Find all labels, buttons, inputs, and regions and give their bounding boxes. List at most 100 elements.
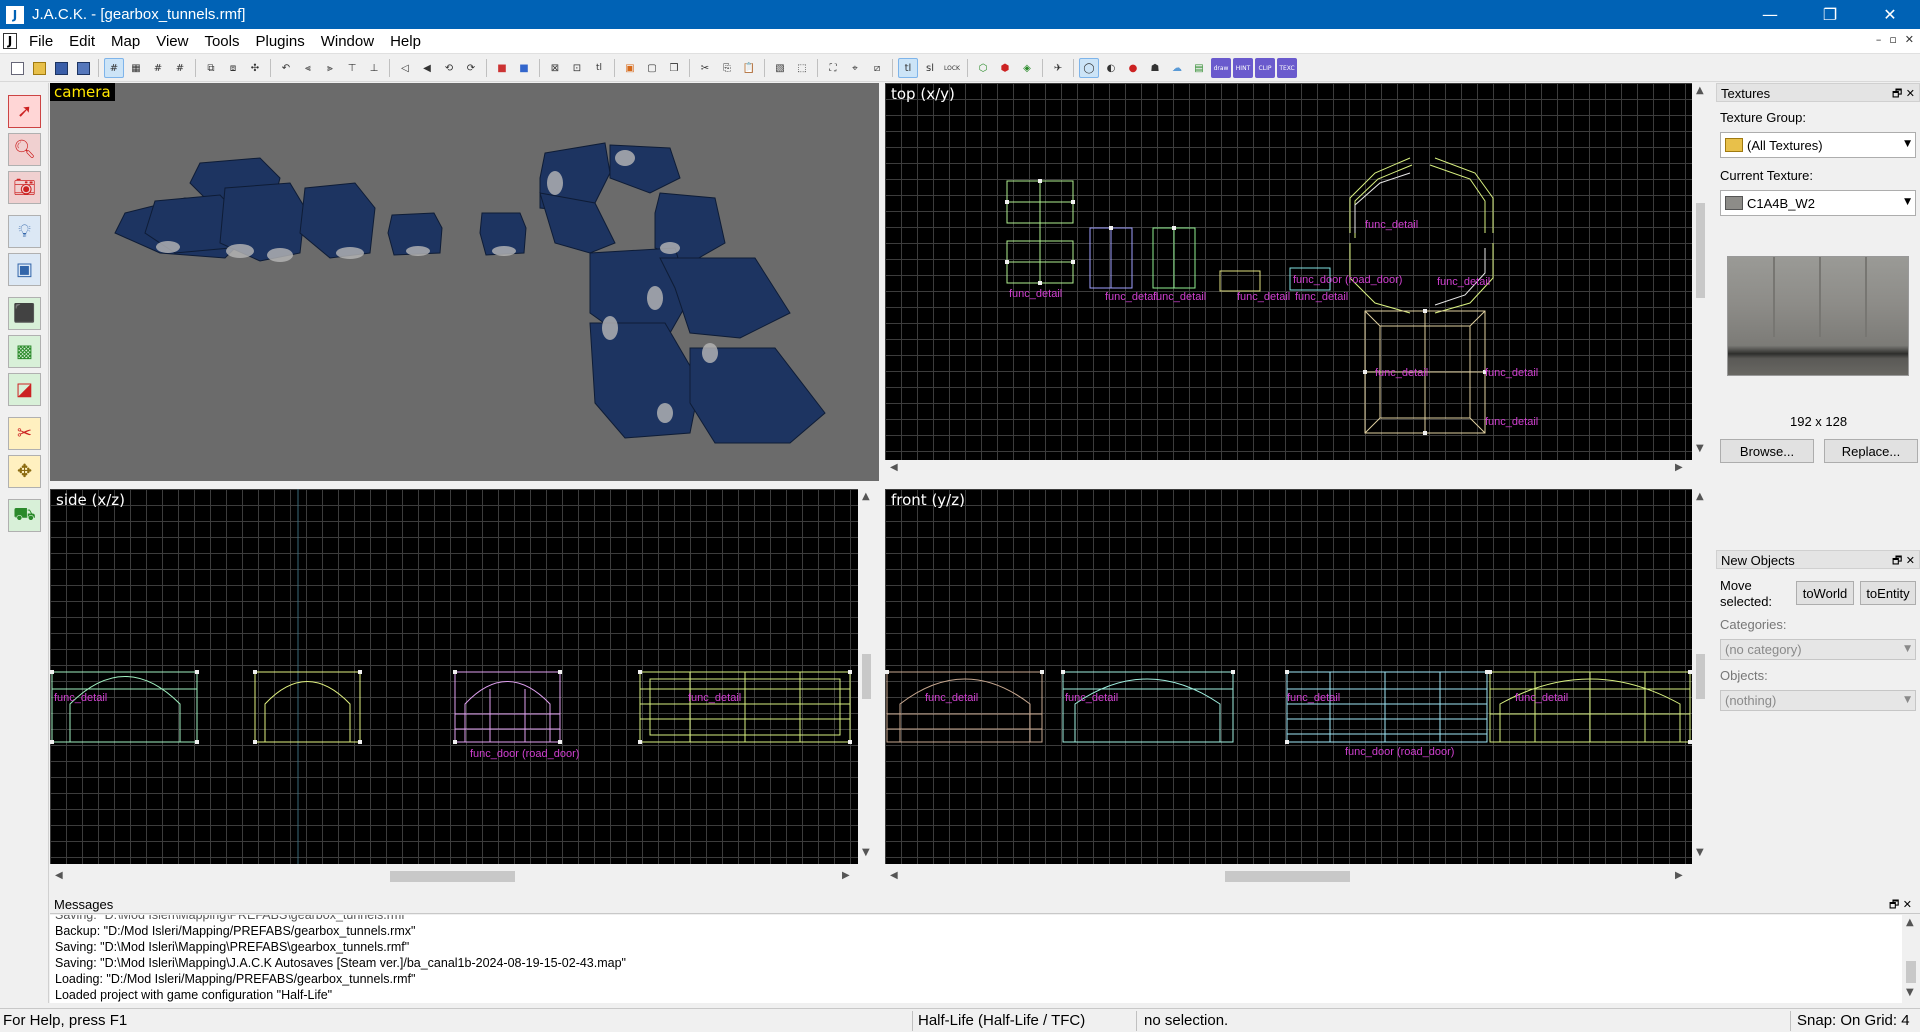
cube-front-icon[interactable]: ▣ (620, 58, 640, 78)
decal-tool[interactable]: ◪ (8, 373, 41, 406)
align-right-icon[interactable]: ⫸ (320, 58, 340, 78)
larger-grid-icon[interactable]: # (170, 58, 190, 78)
scroll-thumb[interactable] (390, 871, 515, 882)
render-points-icon[interactable]: ● (1123, 58, 1143, 78)
3d-grid-icon[interactable]: ▦ (126, 58, 146, 78)
menu-edit[interactable]: Edit (61, 33, 103, 50)
center-view-icon[interactable]: ⌖ (845, 58, 865, 78)
align-bottom-icon[interactable]: ⊥ (364, 58, 384, 78)
block-tool[interactable]: ▣ (8, 253, 41, 286)
scroll-up-icon[interactable]: ▲ (1906, 917, 1914, 928)
run-map-icon[interactable]: ✈ (1048, 58, 1068, 78)
render-entity-icon[interactable]: ☗ (1145, 58, 1165, 78)
render-wireframe-icon[interactable]: ◯ (1079, 58, 1099, 78)
paste-icon[interactable]: 📋 (739, 58, 759, 78)
maximize-button[interactable]: ❐ (1800, 0, 1860, 29)
menu-window[interactable]: Window (313, 33, 382, 50)
flip-horizontal-icon[interactable]: ◁ (395, 58, 415, 78)
magnify-tool[interactable]: 🔍︎ (8, 133, 41, 166)
mdi-close-button[interactable]: ✕ (1905, 33, 1914, 46)
scroll-left-icon[interactable]: ◀ (890, 870, 898, 881)
scroll-thumb[interactable] (1906, 961, 1916, 983)
flip-vertical-icon[interactable]: ◀ (417, 58, 437, 78)
messages-scrollbar[interactable]: ▲ ▼ (1902, 915, 1920, 1003)
rotate-icon[interactable]: ⟲ (439, 58, 459, 78)
menu-view[interactable]: View (148, 33, 196, 50)
menu-tools[interactable]: Tools (196, 33, 247, 50)
top-viewport[interactable]: func_detail func_detail func_detail func… (885, 83, 1692, 460)
scroll-down-icon[interactable]: ▼ (862, 847, 870, 858)
vertex-edit-icon[interactable]: ⬡ (973, 58, 993, 78)
rotate-back-icon[interactable]: ⟳ (461, 58, 481, 78)
scroll-up-icon[interactable]: ▲ (862, 491, 870, 502)
clip-tool[interactable]: ✂ (8, 417, 41, 450)
grid-toggle-icon[interactable]: # (104, 58, 124, 78)
camera-viewport[interactable]: camera (50, 83, 879, 481)
hide-unselected-icon[interactable]: ⊡ (567, 58, 587, 78)
top-vertical-scrollbar[interactable]: ▲ ▼ (1692, 83, 1709, 460)
scroll-down-icon[interactable]: ▼ (1696, 443, 1704, 454)
pin-close-icon[interactable]: 🗗 ✕ (1889, 895, 1912, 914)
pin-close-icon[interactable]: 🗗 ✕ (1892, 551, 1915, 570)
scroll-thumb[interactable] (1225, 871, 1350, 882)
align-top-icon[interactable]: ⊤ (342, 58, 362, 78)
texture-toggle[interactable]: TEXC (1277, 58, 1297, 78)
texture-lock-icon[interactable]: ▧ (770, 58, 790, 78)
mdi-minimize-button[interactable]: – (1876, 33, 1882, 46)
front-viewport[interactable]: func_detail func_detail func_detail func… (885, 489, 1692, 864)
scroll-right-icon[interactable]: ▶ (1675, 462, 1683, 473)
clip-toggle[interactable]: CLIP (1255, 58, 1275, 78)
entity-tool[interactable]: 💡︎ (8, 215, 41, 248)
objects-select[interactable]: (nothing) ▼ (1720, 690, 1916, 711)
scroll-left-icon[interactable]: ◀ (55, 870, 63, 881)
menu-help[interactable]: Help (382, 33, 429, 50)
selection-tool[interactable]: ➚ (8, 95, 41, 128)
side-horizontal-scrollbar[interactable]: ◀ ▶ (50, 868, 858, 885)
browse-button[interactable]: Browse... (1720, 439, 1814, 463)
menu-map[interactable]: Map (103, 33, 148, 50)
save-icon[interactable] (51, 58, 71, 78)
vertex-tool[interactable]: ✥ (8, 455, 41, 488)
scroll-thumb[interactable] (862, 654, 871, 699)
hide-selected-icon[interactable]: ⊠ (545, 58, 565, 78)
pin-close-icon[interactable]: 🗗 ✕ (1892, 84, 1915, 103)
mdi-restore-button[interactable]: ▫ (1889, 33, 1896, 46)
to-entity-button[interactable]: toEntity (1860, 581, 1916, 605)
camera-tool[interactable]: 📷︎ (8, 171, 41, 204)
side-vertical-scrollbar[interactable]: ▲ ▼ (858, 489, 875, 864)
lock-toggle[interactable]: LOCK (942, 58, 962, 78)
to-world-icon[interactable]: ■ (514, 58, 534, 78)
front-vertical-scrollbar[interactable]: ▲ ▼ (1692, 489, 1709, 864)
new-file-icon[interactable] (7, 58, 27, 78)
path-tool[interactable]: ⛟ (8, 499, 41, 532)
scroll-down-icon[interactable]: ▼ (1696, 847, 1704, 858)
texture-preview[interactable] (1727, 256, 1909, 376)
texture-tool[interactable]: ⬛ (8, 297, 41, 330)
scroll-left-icon[interactable]: ◀ (890, 462, 898, 473)
draw-toggle[interactable]: draw (1211, 58, 1231, 78)
select-bounds-icon[interactable]: ⬚ (792, 58, 812, 78)
3d-view-icon[interactable]: ⧄ (867, 58, 887, 78)
current-texture-select[interactable]: C1A4B_W2 ▼ (1720, 190, 1916, 216)
cube-back-icon[interactable]: ▢ (642, 58, 662, 78)
scroll-right-icon[interactable]: ▶ (842, 870, 850, 881)
group-icon[interactable]: ⧉ (201, 58, 221, 78)
texture-lock-toggle[interactable]: tl (898, 58, 918, 78)
to-world-button[interactable]: toWorld (1796, 581, 1854, 605)
ignore-groups-icon[interactable]: tl (589, 58, 609, 78)
apply-texture-tool[interactable]: ▩ (8, 335, 41, 368)
menu-plugins[interactable]: Plugins (248, 33, 313, 50)
render-textured-icon[interactable]: ▤ (1189, 58, 1209, 78)
hint-toggle[interactable]: HINT (1233, 58, 1253, 78)
replace-button[interactable]: Replace... (1824, 439, 1918, 463)
scroll-thumb[interactable] (1696, 203, 1705, 298)
document-icon[interactable]: J (3, 33, 17, 49)
scale-lock-toggle[interactable]: sl (920, 58, 940, 78)
minimize-button[interactable]: — (1740, 0, 1800, 29)
cube-stack-icon[interactable]: ❒ (664, 58, 684, 78)
categories-select[interactable]: (no category) ▼ (1720, 639, 1916, 660)
scroll-down-icon[interactable]: ▼ (1906, 987, 1914, 998)
texture-group-select[interactable]: (All Textures) ▼ (1720, 132, 1916, 158)
scroll-up-icon[interactable]: ▲ (1696, 85, 1704, 96)
to-entity-icon[interactable]: ■ (492, 58, 512, 78)
